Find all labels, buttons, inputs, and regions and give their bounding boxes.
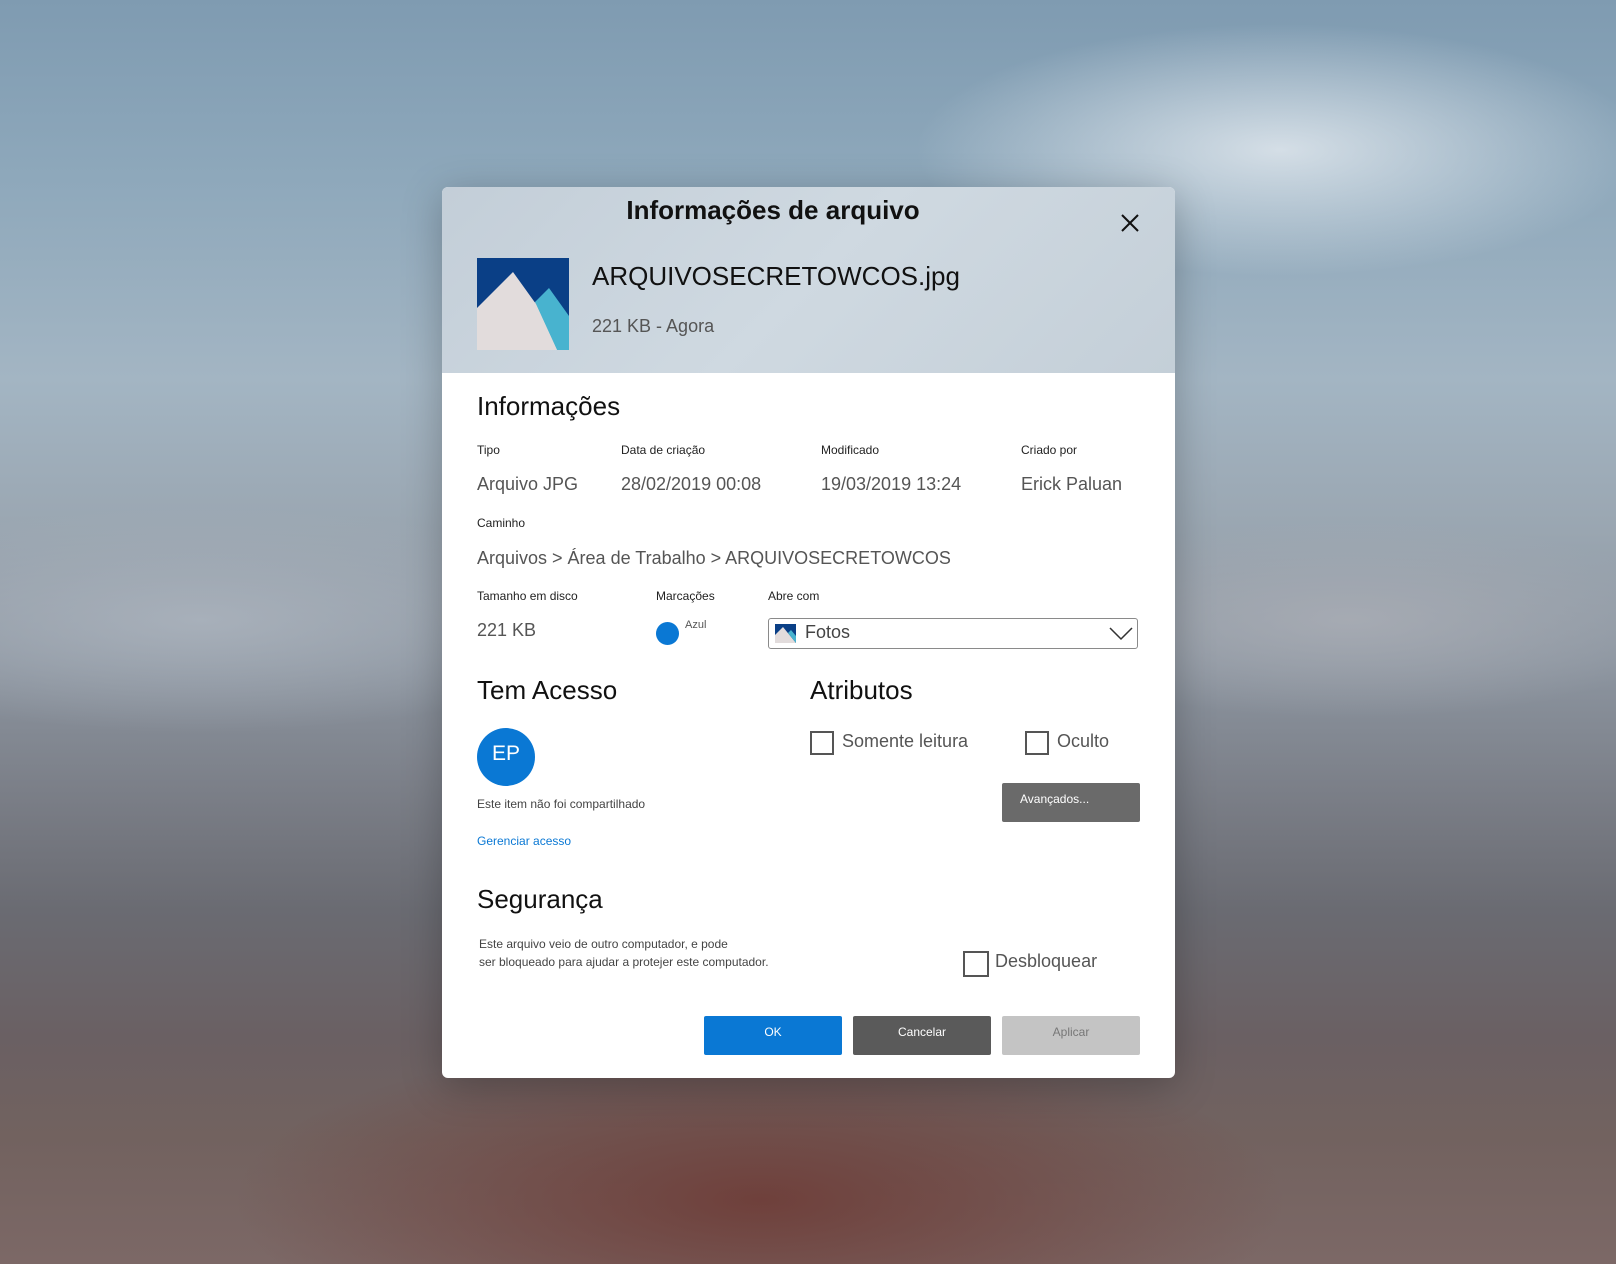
unblock-checkbox[interactable] [963, 951, 989, 977]
opens-with-select[interactable]: Fotos [768, 618, 1138, 649]
file-name: ARQUIVOSECRETOWCOS.jpg [592, 261, 960, 291]
not-shared-text: Este item não foi compartilhado [477, 797, 646, 811]
advanced-button[interactable]: Avançados... [1002, 783, 1140, 822]
dialog-title: Informações de arquivo [626, 195, 920, 225]
tags-label: Marcações [656, 589, 715, 603]
readonly-checkbox[interactable] [810, 731, 834, 755]
photos-app-icon [775, 624, 796, 643]
close-button[interactable] [1112, 205, 1148, 241]
section-title-attributes: Atributos [810, 675, 913, 705]
avatar[interactable]: EP [477, 728, 535, 786]
tag-name: Azul [685, 619, 707, 631]
apply-button[interactable]: Aplicar [1002, 1016, 1140, 1055]
created-label: Data de criação [621, 443, 706, 457]
section-title-info: Informações [477, 391, 621, 421]
security-text-line1: Este arquivo veio de outro computador, e… [479, 937, 728, 951]
file-info-dialog: Informações de arquivo ARQUIVOSECRETOWCO… [442, 187, 1175, 1078]
hidden-checkbox[interactable] [1025, 731, 1049, 755]
section-title-security: Segurança [477, 884, 603, 914]
type-label: Tipo [477, 443, 500, 457]
path-label: Caminho [477, 516, 526, 530]
security-text-line2: ser bloqueado para ajudar a protejer est… [479, 955, 769, 969]
size-label: Tamanho em disco [477, 589, 578, 603]
avatar-initials: EP [491, 742, 520, 765]
readonly-label: Somente leitura [842, 731, 969, 751]
path-value: Arquivos > Área de Trabalho > ARQUIVOSEC… [477, 548, 951, 568]
chevron-down-icon [1109, 627, 1133, 641]
created-value: 28/02/2019 00:08 [621, 474, 762, 494]
opens-with-label: Abre com [768, 589, 820, 603]
file-meta: 221 KB - Agora [592, 316, 715, 336]
opens-with-value: Fotos [805, 622, 851, 642]
type-value: Arquivo JPG [477, 474, 579, 494]
unblock-label: Desbloquear [995, 951, 1098, 971]
tag-blue-dot[interactable] [656, 622, 679, 645]
hidden-label: Oculto [1057, 731, 1110, 751]
image-file-icon [477, 258, 569, 350]
modified-label: Modificado [821, 443, 880, 457]
manage-access-link[interactable]: Gerenciar acesso [477, 834, 571, 848]
cancel-button[interactable]: Cancelar [853, 1016, 991, 1055]
section-title-access: Tem Acesso [477, 675, 618, 705]
size-value: 221 KB [477, 620, 537, 640]
ok-button[interactable]: OK [704, 1016, 842, 1055]
modified-value: 19/03/2019 13:24 [821, 474, 962, 494]
author-label: Criado por [1021, 443, 1078, 457]
close-icon [1121, 214, 1139, 232]
author-value: Erick Paluan [1021, 474, 1123, 494]
